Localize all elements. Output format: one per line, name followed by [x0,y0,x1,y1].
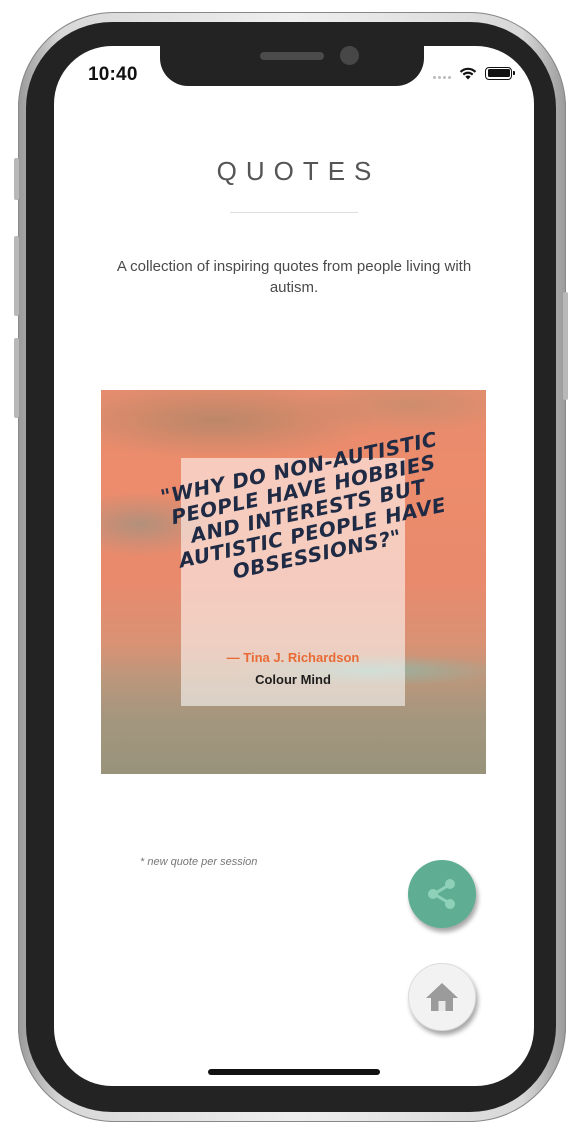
footnote: * new quote per session [140,856,258,868]
quote-image: "WHY DO NON-AUTISTIC PEOPLE HAVE HOBBIES… [101,390,486,774]
page-title: QUOTES [216,156,381,186]
share-icon [428,879,455,909]
mute-switch [14,158,19,200]
quote-author: — Tina J. Richardson [226,650,360,665]
notch [160,46,424,86]
home-button[interactable] [408,963,476,1031]
screen: 10:40 QUOTES A collection of inspiring q… [54,46,534,1086]
cellular-signal-icon [433,67,451,79]
speaker-grille [260,52,324,60]
quote-brand: Colour Mind [255,672,331,687]
power-button [563,292,568,400]
wifi-icon [459,67,477,80]
home-icon [426,983,458,1011]
volume-down-button [14,338,19,418]
front-camera [340,46,359,65]
volume-up-button [14,236,19,316]
status-time: 10:40 [88,64,138,85]
title-divider [230,212,358,213]
home-indicator[interactable] [208,1069,380,1075]
battery-icon [485,66,515,80]
status-icons [433,66,515,80]
share-button[interactable] [408,860,476,928]
intro-text: A collection of inspiring quotes from pe… [116,258,472,296]
